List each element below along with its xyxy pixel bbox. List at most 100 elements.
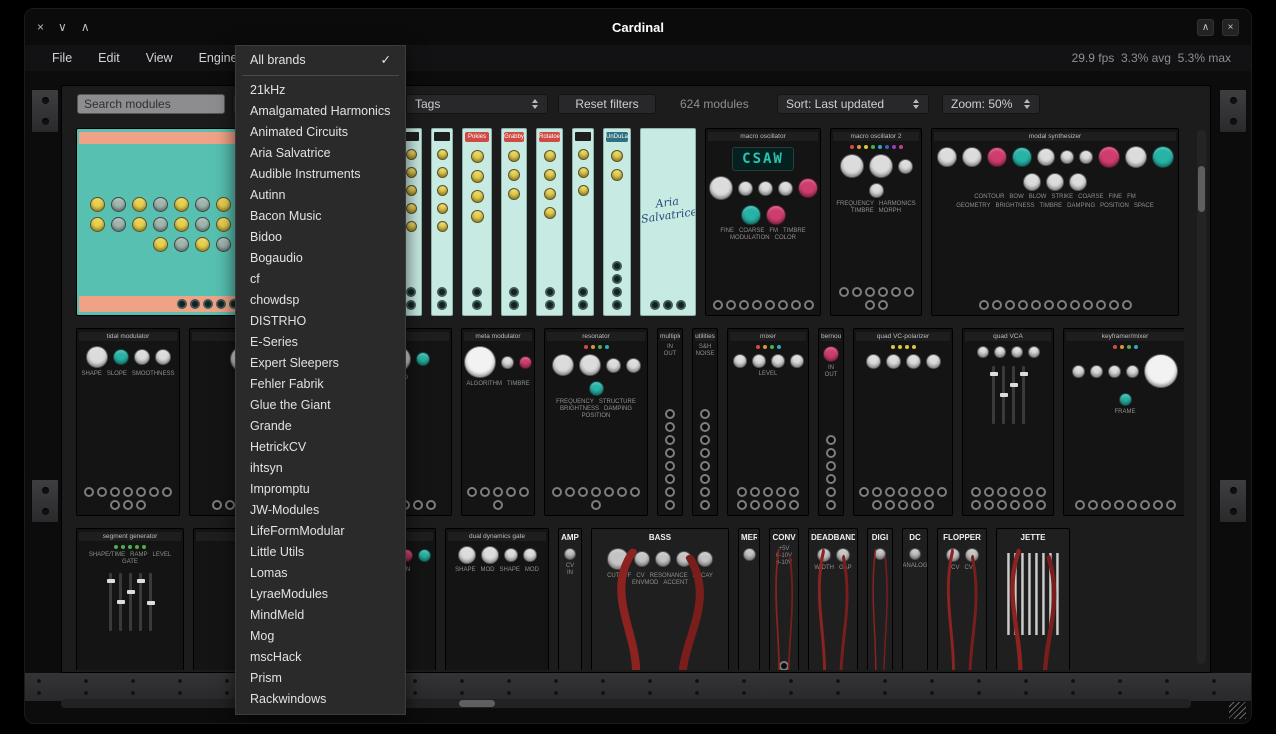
brands-menu-item[interactable]: Animated Circuits — [236, 122, 405, 143]
jack — [1122, 300, 1132, 310]
module-title: AMP — [561, 532, 579, 543]
brands-menu-item[interactable]: Lomas — [236, 563, 405, 584]
module-card[interactable]: Rotatoes — [536, 128, 563, 316]
module-card[interactable]: meta modulatorALGORITHMTIMBRE — [461, 328, 535, 516]
zoom-dropdown[interactable]: Zoom: 50% — [942, 94, 1040, 114]
knob — [437, 203, 448, 214]
module-card[interactable]: macro oscillatorCSAWFINECOARSEFMTIMBREMO… — [705, 128, 821, 316]
brands-menu-item[interactable]: Amalgamated Harmonics — [236, 101, 405, 122]
led — [763, 345, 767, 349]
module-card[interactable]: dual dynamics gateSHAPEMODSHAPEMOD — [445, 528, 549, 670]
led — [885, 145, 889, 149]
brands-menu-item[interactable]: Bogaudio — [236, 248, 405, 269]
param-label: FRAME — [1115, 409, 1136, 415]
brands-menu-item[interactable]: Prism — [236, 668, 405, 689]
module-card[interactable]: FLOPPERCVCV — [937, 528, 987, 670]
brands-menu-item[interactable]: LifeFormModular — [236, 521, 405, 542]
module-title: bernoulli gate — [821, 332, 841, 341]
module-card[interactable]: macro oscillator 2FREQUENCYHARMONICSTIMB… — [830, 128, 922, 316]
menu-edit[interactable]: Edit — [85, 45, 133, 71]
brands-menu-item[interactable]: Aria Salvatrice — [236, 143, 405, 164]
jack — [509, 287, 519, 297]
brands-menu-item[interactable]: Rackwindows — [236, 689, 405, 710]
brands-menu-item[interactable]: DISTRHO — [236, 311, 405, 332]
jack — [872, 500, 882, 510]
brands-menu-item[interactable]: Fehler Fabrik — [236, 374, 405, 395]
brands-menu-item[interactable]: Glue the Giant — [236, 395, 405, 416]
module-card[interactable]: JETTE — [996, 528, 1070, 670]
module-card[interactable]: mixerLEVEL — [727, 328, 809, 516]
brands-menu-item[interactable]: Impromptu — [236, 479, 405, 500]
jack — [203, 299, 213, 309]
module-card[interactable] — [431, 128, 453, 316]
browser-vscrollbar[interactable] — [1197, 130, 1206, 664]
brands-menu-item[interactable]: Mog — [236, 626, 405, 647]
rack-hscrollbar[interactable] — [61, 699, 1191, 708]
module-card[interactable]: Grabby — [501, 128, 527, 316]
brands-menu-item[interactable]: Bacon Music — [236, 206, 405, 227]
tags-filter-label: Tags — [415, 97, 440, 111]
brands-menu-item[interactable]: cf — [236, 269, 405, 290]
module-card[interactable]: DCANALOG — [902, 528, 928, 670]
module-card[interactable] — [572, 128, 594, 316]
brands-menu-item[interactable]: 21kHz — [236, 80, 405, 101]
jack — [763, 500, 773, 510]
module-card[interactable]: bernoulli gateINOUT — [818, 328, 844, 516]
brands-menu-item[interactable]: HetrickCV — [236, 437, 405, 458]
knob-row — [909, 548, 921, 560]
hscrollbar-thumb[interactable] — [459, 700, 495, 707]
module-card[interactable]: quad VCA — [962, 328, 1054, 516]
module-card[interactable]: MERA — [738, 528, 760, 670]
search-input[interactable] — [77, 94, 225, 114]
module-card[interactable]: tidal modulatorSHAPESLOPESMOOTHNESS — [76, 328, 180, 516]
brands-menu-item[interactable]: E-Series — [236, 332, 405, 353]
brands-menu-item[interactable]: MindMeld — [236, 605, 405, 626]
menu-view[interactable]: View — [133, 45, 186, 71]
module-card[interactable]: AMPCVIN — [558, 528, 582, 670]
brands-menu-item[interactable]: ihtsyn — [236, 458, 405, 479]
led-row — [584, 345, 609, 349]
resize-grip[interactable] — [1229, 702, 1246, 719]
brands-menu-item[interactable]: Bidoo — [236, 227, 405, 248]
brands-menu-item[interactable]: chowdsp — [236, 290, 405, 311]
brands-menu-item[interactable]: mscHack — [236, 647, 405, 668]
chevron-up-icon[interactable]: ∧ — [81, 20, 90, 34]
module-card[interactable]: keyframer/mixerFRAME — [1063, 328, 1184, 516]
jack — [1127, 500, 1137, 510]
brands-menu-item[interactable]: Audible Instruments — [236, 164, 405, 185]
sort-dropdown[interactable]: Sort: Last updated — [777, 94, 929, 114]
jack — [472, 300, 482, 310]
knob — [437, 185, 448, 196]
brands-menu-item-all[interactable]: All brands ✓ — [236, 50, 405, 71]
chevron-down-icon[interactable]: ∨ — [58, 20, 67, 34]
module-card[interactable]: DEADBANDWIDTHGAP — [808, 528, 858, 670]
module-card[interactable]: Aria Salvatrice — [640, 128, 696, 316]
close-window-icon[interactable]: × — [1222, 19, 1239, 36]
close-icon[interactable]: × — [37, 20, 44, 34]
module-card[interactable]: multiplesINOUT — [657, 328, 683, 516]
module-card[interactable]: utilitiesS&HNOISE — [692, 328, 718, 516]
module-card[interactable]: Pokies — [462, 128, 492, 316]
module-card[interactable]: UnDuLaR — [603, 128, 631, 316]
brands-menu-item[interactable]: Autinn — [236, 185, 405, 206]
brands-menu-item[interactable]: JW-Modules — [236, 500, 405, 521]
module-card[interactable]: CONV+5V0-10V0-10V — [769, 528, 799, 670]
module-title: DIGI — [870, 532, 890, 543]
tags-filter-dropdown[interactable]: Tags — [406, 94, 548, 114]
menu-file[interactable]: File — [39, 45, 85, 71]
brands-menu-item[interactable]: Little Utils — [236, 542, 405, 563]
expand-icon[interactable]: ∧ — [1197, 19, 1214, 36]
module-card[interactable]: quad VC-polarizer — [853, 328, 953, 516]
module-card[interactable]: resonatorFREQUENCYSTRUCTUREBRIGHTNESSDAM… — [544, 328, 648, 516]
jack-row — [539, 285, 560, 312]
reset-filters-button[interactable]: Reset filters — [558, 94, 656, 114]
knob — [766, 205, 786, 225]
brands-menu-item[interactable]: LyraeModules — [236, 584, 405, 605]
module-card[interactable]: BASSCUTOFFCVRESONANCEDECAYENVMODACCENT — [591, 528, 729, 670]
module-card[interactable]: modal synthesizerCONTOURBOWBLOWSTRIKECOA… — [931, 128, 1179, 316]
module-card[interactable]: DIGI — [867, 528, 893, 670]
module-card[interactable]: segment generatorSHAPE/TIMERAMPLEVELGATE — [76, 528, 184, 670]
vscrollbar-thumb[interactable] — [1198, 166, 1205, 212]
brands-menu-item[interactable]: Expert Sleepers — [236, 353, 405, 374]
brands-menu-item[interactable]: Grande — [236, 416, 405, 437]
